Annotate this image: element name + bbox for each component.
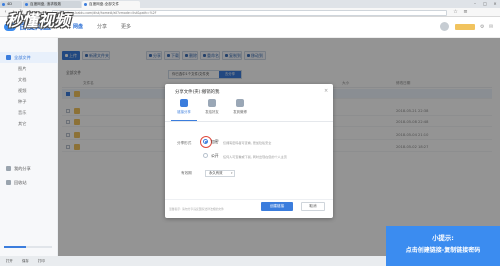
tab-label: 链接分享 xyxy=(177,110,191,114)
tab-favicon-icon xyxy=(25,3,28,6)
close-window-icon[interactable]: × xyxy=(490,0,500,8)
validity-value: 永久有效 xyxy=(209,171,223,175)
sidebar-item-label: 全部文件 xyxy=(14,55,31,60)
avatar[interactable] xyxy=(440,22,449,31)
watermark-logo: 秒懂视频 xyxy=(6,11,71,30)
storage-quota-fill xyxy=(4,246,26,248)
mail-icon[interactable]: ✉ xyxy=(489,23,493,31)
option-public-desc: 任何人可查看或下载, 同时出现在您的个人主页 xyxy=(223,155,287,159)
sidebar-item-other[interactable]: 其它 xyxy=(0,119,58,129)
bottom-item[interactable]: 打印 xyxy=(38,258,45,264)
url-field[interactable]: https://pan.baidu.com/disk/home#/all?vmo… xyxy=(52,9,447,16)
tab-label: 4D xyxy=(7,2,13,6)
option-public-title: 公开 xyxy=(211,153,219,158)
share-icon xyxy=(6,166,11,171)
browser-tab-2[interactable]: 百度网盘, 追求极致 xyxy=(23,1,81,8)
app-header: 百度网盘 网盘 分享 更多 ⚙ ✉ xyxy=(0,17,500,38)
minimize-icon[interactable]: – xyxy=(470,0,480,8)
sidebar-item-videos[interactable]: 视频 xyxy=(0,86,58,96)
sidebar: 全部文件 图片 文档 视频 种子 音乐 其它 我的分享 回收站 xyxy=(0,38,58,266)
sidebar-item-all-files[interactable]: 全部文件 xyxy=(0,52,58,63)
nav-more[interactable]: 更多 xyxy=(121,23,131,31)
browser-tabbar: 4D 百度网盘, 追求极致 百度网盘-全部文件 – □ × xyxy=(0,0,500,8)
sidebar-item-torrents[interactable]: 种子 xyxy=(0,97,58,107)
tab-link-share[interactable]: 链接分享 xyxy=(171,99,197,119)
close-icon[interactable]: × xyxy=(324,88,328,94)
tip-body: 点击创建链接-复制链接密码 xyxy=(405,247,481,254)
share-type-label: 分享形式 xyxy=(177,141,192,145)
tab-label: 发给好友 xyxy=(205,110,219,114)
sidebar-item-documents[interactable]: 文档 xyxy=(0,75,58,85)
dialog-note: 温馨提示: 请勿分享违反国家法律法规的文件 xyxy=(169,207,224,211)
tip-box: 小提示: 点击创建链接-复制链接密码 xyxy=(386,226,500,266)
weibo-icon xyxy=(236,99,244,107)
trash-icon xyxy=(6,180,11,185)
link-icon xyxy=(180,99,188,107)
tab-favicon-icon xyxy=(2,3,5,6)
bottom-item[interactable]: 打开 xyxy=(6,258,13,264)
cancel-button[interactable]: 取消 xyxy=(301,202,325,211)
validity-select[interactable]: 永久有效 ▾ xyxy=(205,170,235,177)
tab-send-weibo[interactable]: 发到微博 xyxy=(227,99,253,119)
option-encrypted-title: 加密 xyxy=(211,139,219,144)
sidebar-item-label: 回收站 xyxy=(14,180,27,185)
option-encrypted-desc: 仅拥有密码者可查看, 更加隐私安全 xyxy=(223,141,272,145)
radio-encrypted[interactable] xyxy=(203,139,208,144)
dialog-title: 分享文件(夹):撤销的我 xyxy=(175,90,220,95)
nav-share[interactable]: 分享 xyxy=(97,23,107,31)
menu-icon[interactable]: ≡ xyxy=(462,9,469,16)
star-icon[interactable]: ☆ xyxy=(452,9,459,16)
bottom-item[interactable]: 保存 xyxy=(22,258,29,264)
browser-tab-1[interactable]: 4D xyxy=(0,1,22,8)
folder-icon xyxy=(6,55,11,60)
bottom-bar: 打开 保存 打印 xyxy=(0,256,386,266)
chevron-down-icon: ▾ xyxy=(231,171,233,175)
address-bar: ‹ › ↻ ⌂ https://pan.baidu.com/disk/home#… xyxy=(0,8,500,17)
maximize-icon[interactable]: □ xyxy=(480,0,490,8)
nav-netdisk[interactable]: 网盘 xyxy=(73,23,83,31)
vip-badge[interactable] xyxy=(455,24,475,30)
sidebar-item-images[interactable]: 图片 xyxy=(0,64,58,74)
tab-label: 百度网盘, 追求极致 xyxy=(30,2,62,6)
tip-title: 小提示: xyxy=(432,234,454,242)
tab-send-friend[interactable]: 发给好友 xyxy=(199,99,225,119)
browser-tab-3[interactable]: 百度网盘-全部文件 xyxy=(82,1,140,8)
dialog-footer-divider xyxy=(165,199,333,200)
sidebar-item-my-share[interactable]: 我的分享 xyxy=(0,163,58,174)
create-link-button[interactable]: 创建链接 xyxy=(261,202,293,211)
settings-icon[interactable]: ⚙ xyxy=(480,23,484,31)
share-dialog: 分享文件(夹):撤销的我 × 链接分享 发给好友 发到微博 分享形式 加密 仅拥… xyxy=(165,84,333,218)
validity-label: 有效期 xyxy=(181,171,192,175)
tab-label: 发到微博 xyxy=(233,110,247,114)
friend-icon xyxy=(208,99,216,107)
tab-favicon-icon xyxy=(84,3,87,6)
tab-divider xyxy=(165,121,333,122)
sidebar-item-music[interactable]: 音乐 xyxy=(0,108,58,118)
tab-label: 百度网盘-全部文件 xyxy=(89,2,120,6)
storage-quota-bar xyxy=(4,246,52,248)
sidebar-item-recycle-bin[interactable]: 回收站 xyxy=(0,177,58,188)
active-tab-indicator xyxy=(171,120,197,121)
sidebar-item-label: 我的分享 xyxy=(14,166,31,171)
radio-public[interactable] xyxy=(203,153,208,158)
